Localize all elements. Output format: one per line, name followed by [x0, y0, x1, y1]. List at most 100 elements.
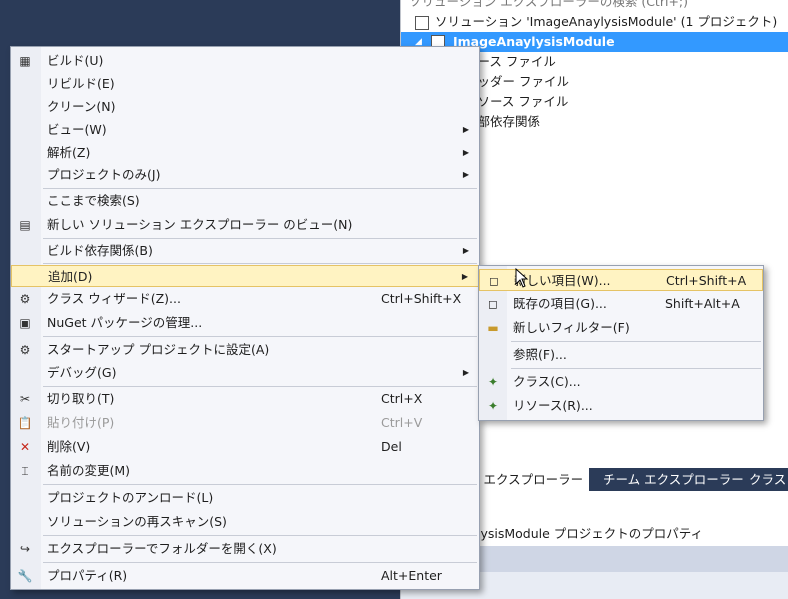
- class-wizard-icon: ⚙: [19, 292, 31, 306]
- solution-label: ソリューション 'ImageAnaylysisModule' (1 プロジェクト…: [435, 14, 778, 29]
- paste-icon: 📋: [17, 416, 33, 430]
- menu-item-rename[interactable]: ⌶ 名前の変更(M): [11, 460, 479, 482]
- menu-separator: [511, 341, 761, 342]
- menu-label: ビルド依存関係(B): [47, 243, 153, 258]
- add-submenu: ◻ 新しい項目(W)... Ctrl+Shift+A ◻ 既存の項目(G)...…: [478, 265, 764, 421]
- menu-separator: [43, 484, 477, 485]
- submenu-arrow-icon: ▶: [462, 368, 469, 377]
- menu-item-delete[interactable]: ✕ 削除(V) Del: [11, 436, 479, 458]
- menu-item-nuget[interactable]: ▣ NuGet パッケージの管理...: [11, 312, 479, 334]
- submenu-item-resource[interactable]: ✦ リソース(R)...: [479, 395, 763, 417]
- menu-item-new-explorer-view[interactable]: ▤ 新しい ソリューション エクスプローラー のビュー(N): [11, 214, 479, 236]
- submenu-item-new-filter[interactable]: ▬ 新しいフィルター(F): [479, 317, 763, 339]
- menu-item-set-startup[interactable]: ⚙ スタートアップ プロジェクトに設定(A): [11, 339, 479, 361]
- submenu-arrow-icon: ▶: [462, 125, 469, 134]
- menu-label: クリーン(N): [47, 99, 116, 114]
- resource-icon: ✦: [487, 399, 499, 413]
- menu-item-open-in-explorer[interactable]: ↪ エクスプローラーでフォルダーを開く(X): [11, 538, 479, 560]
- menu-label: リビルド(E): [47, 76, 115, 91]
- menu-separator: [43, 263, 477, 264]
- rename-icon: ⌶: [21, 464, 29, 478]
- menu-separator: [43, 386, 477, 387]
- existing-item-icon: ◻: [488, 297, 498, 311]
- menu-label: ビルド(U): [47, 53, 104, 68]
- folder-resource[interactable]: リソース ファイル: [465, 92, 568, 112]
- menu-label: 既存の項目(G)...: [513, 296, 607, 311]
- menu-item-class-wizard[interactable]: ⚙ クラス ウィザード(Z)... Ctrl+Shift+X: [11, 288, 479, 310]
- menu-label: ここまで検索(S): [47, 193, 140, 208]
- submenu-arrow-icon: ▶: [462, 148, 469, 157]
- menu-separator: [43, 562, 477, 563]
- menu-label: 名前の変更(M): [47, 463, 131, 478]
- menu-label: スタートアップ プロジェクトに設定(A): [47, 342, 270, 357]
- menu-item-build[interactable]: ▦ ビルド(U): [11, 50, 479, 72]
- submenu-item-existing-item[interactable]: ◻ 既存の項目(G)... Shift+Alt+A: [479, 293, 763, 315]
- menu-label: 参照(F)...: [513, 347, 567, 362]
- menu-item-clean[interactable]: クリーン(N): [11, 96, 479, 118]
- context-menu: ▦ ビルド(U) リビルド(E) クリーン(N) ビュー(W) ▶ 解析(Z) …: [10, 46, 480, 590]
- menu-separator: [43, 188, 477, 189]
- menu-label: デバッグ(G): [47, 365, 117, 380]
- delete-icon: ✕: [19, 440, 31, 454]
- menu-label: ビュー(W): [47, 122, 107, 137]
- new-filter-icon: ▬: [487, 321, 499, 335]
- tab-team-explorer[interactable]: チーム エクスプローラー: [597, 468, 750, 491]
- submenu-arrow-icon: ▶: [462, 246, 469, 255]
- menu-label: クラス ウィザード(Z)...: [47, 291, 181, 306]
- submenu-arrow-icon: ▶: [462, 170, 469, 179]
- menu-separator: [43, 238, 477, 239]
- menu-shortcut: Alt+Enter: [381, 568, 442, 583]
- menu-item-properties[interactable]: 🔧 プロパティ(R) Alt+Enter: [11, 565, 479, 587]
- menu-label: 貼り付け(P): [47, 415, 115, 430]
- class-icon: ✦: [487, 375, 499, 389]
- menu-label: 切り取り(T): [47, 391, 115, 406]
- submenu-item-class[interactable]: ✦ クラス(C)...: [479, 371, 763, 393]
- menu-label: 新しい ソリューション エクスプローラー のビュー(N): [47, 217, 353, 232]
- menu-label: プロジェクトのみ(J): [47, 167, 161, 182]
- nuget-icon: ▣: [19, 316, 31, 330]
- menu-item-view[interactable]: ビュー(W) ▶: [11, 119, 479, 141]
- build-icon: ▦: [19, 54, 31, 68]
- submenu-item-reference[interactable]: 参照(F)...: [479, 344, 763, 366]
- menu-item-paste[interactable]: 📋 貼り付け(P) Ctrl+V: [11, 412, 479, 434]
- wrench-icon: 🔧: [17, 569, 33, 583]
- menu-item-analyze[interactable]: 解析(Z) ▶: [11, 142, 479, 164]
- tab-class-view[interactable]: クラス: [743, 468, 788, 491]
- properties-title-text: lysisModule プロジェクトのプロパティ: [477, 526, 704, 541]
- menu-label: 削除(V): [47, 439, 91, 454]
- menu-item-add[interactable]: 追加(D) ▶: [11, 265, 479, 287]
- menu-separator: [43, 336, 477, 337]
- menu-shortcut: Ctrl+Shift+X: [381, 291, 462, 306]
- menu-label: 解析(Z): [47, 145, 91, 160]
- solution-icon: [415, 15, 429, 30]
- menu-label: 追加(D): [48, 269, 93, 284]
- menu-item-scope-to-this[interactable]: ここまで検索(S): [11, 190, 479, 212]
- menu-separator: [43, 535, 477, 536]
- menu-item-debug[interactable]: デバッグ(G) ▶: [11, 362, 479, 384]
- menu-item-project-only[interactable]: プロジェクトのみ(J) ▶: [11, 164, 479, 186]
- menu-label: ソリューションの再スキャン(S): [47, 514, 227, 529]
- menu-label: エクスプローラーでフォルダーを開く(X): [47, 541, 277, 556]
- menu-shortcut: Ctrl+Shift+A: [666, 273, 747, 288]
- solution-node[interactable]: ソリューション 'ImageAnaylysisModule' (1 プロジェクト…: [415, 12, 777, 32]
- menu-item-rescan-solution[interactable]: ソリューションの再スキャン(S): [11, 511, 479, 533]
- menu-item-rebuild[interactable]: リビルド(E): [11, 73, 479, 95]
- menu-label: プロパティ(R): [47, 568, 128, 583]
- menu-item-build-dependencies[interactable]: ビルド依存関係(B) ▶: [11, 240, 479, 262]
- explorer-search-box[interactable]: ソリューション エクスプローラーの検索 (Ctrl+;): [409, 0, 688, 12]
- menu-shortcut: Ctrl+X: [381, 391, 423, 406]
- menu-label: クラス(C)...: [513, 374, 581, 389]
- submenu-arrow-icon: ▶: [461, 272, 468, 281]
- folder-header[interactable]: ヘッダー ファイル: [465, 72, 569, 92]
- scissors-icon: ✂: [19, 392, 31, 406]
- gear-icon: ⚙: [19, 343, 31, 357]
- menu-item-unload-project[interactable]: プロジェクトのアンロード(L): [11, 487, 479, 509]
- menu-label: 新しいフィルター(F): [513, 320, 630, 335]
- menu-shortcut: Shift+Alt+A: [665, 296, 740, 311]
- menu-shortcut: Del: [381, 439, 402, 454]
- menu-shortcut: Ctrl+V: [381, 415, 423, 430]
- tab-solution-explorer[interactable]: ン エクスプローラー: [461, 468, 590, 491]
- open-folder-arrow-icon: ↪: [19, 542, 31, 556]
- menu-item-cut[interactable]: ✂ 切り取り(T) Ctrl+X: [11, 388, 479, 410]
- new-item-icon: ◻: [489, 274, 499, 288]
